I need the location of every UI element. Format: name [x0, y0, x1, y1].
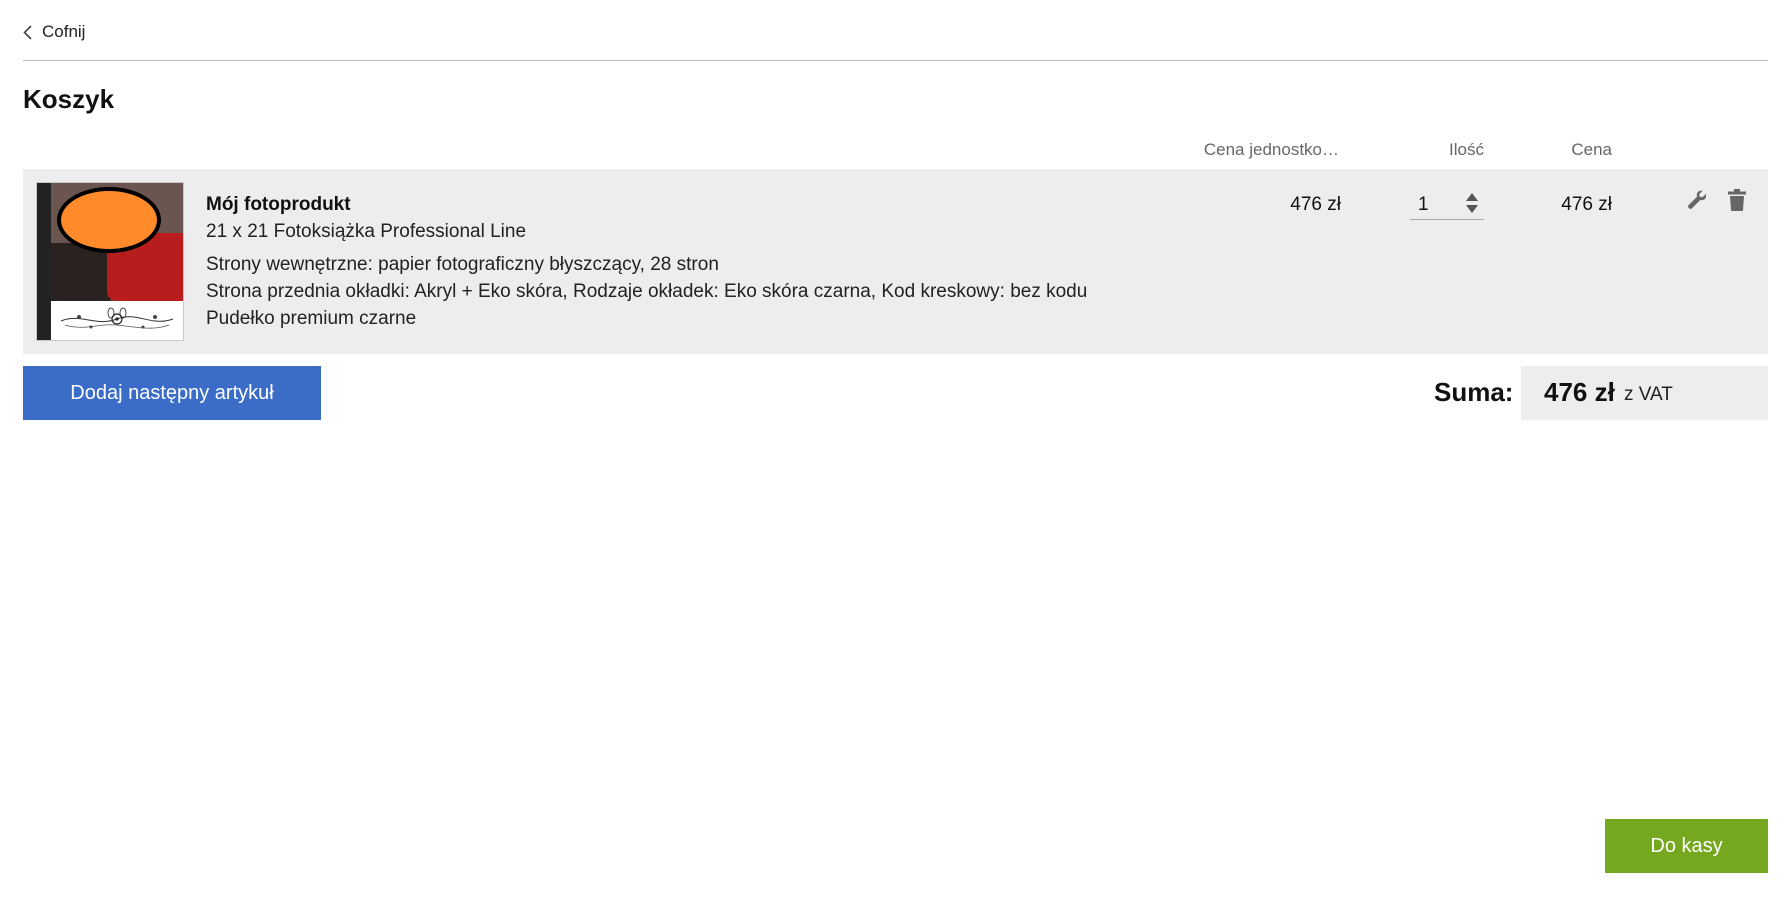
sum-total-box: 476 zł z VAT — [1521, 366, 1768, 420]
product-detail-line: Pudełko premium czarne — [206, 308, 417, 329]
back-link-label: Cofnij — [42, 22, 86, 41]
vat-note: z VAT — [1624, 384, 1673, 405]
item-total-price: 476 zł — [1561, 194, 1612, 215]
unit-price: 476 zł — [1290, 194, 1341, 215]
cart-item-row: Mój fotoprodukt 21 x 21 Fotoksiążka Prof… — [23, 169, 1768, 354]
product-detail-line: Strona przednia okładki: Akryl + Eko skó… — [206, 281, 1088, 302]
product-name: Mój fotoprodukt — [206, 194, 351, 215]
quantity-decrease-icon[interactable] — [1466, 205, 1478, 213]
redaction-oval — [57, 187, 161, 253]
product-detail-line: Strony wewnętrzne: papier fotograficzny … — [206, 254, 719, 275]
wrench-icon[interactable] — [1686, 189, 1708, 211]
page-title: Koszyk — [23, 84, 115, 114]
add-next-item-button[interactable]: Dodaj następny artykuł — [23, 366, 321, 420]
quantity-increase-icon[interactable] — [1466, 193, 1478, 201]
sum-value: 476 zł — [1544, 377, 1615, 407]
top-navigation-bar: Cofnij — [23, 0, 1768, 61]
product-subtitle: 21 x 21 Fotoksiążka Professional Line — [206, 221, 527, 242]
product-thumbnail[interactable] — [36, 182, 184, 341]
chevron-left-icon — [23, 24, 32, 40]
quantity-stepper[interactable]: 1 — [1410, 187, 1484, 220]
column-header-price: Cena — [1571, 140, 1612, 159]
trash-icon[interactable] — [1728, 189, 1746, 211]
column-header-unit-price: Cena jednostko… — [1203, 140, 1339, 159]
column-header-quantity: Ilość — [1449, 140, 1484, 159]
checkout-button[interactable]: Do kasy — [1605, 819, 1768, 873]
back-link[interactable]: Cofnij — [23, 22, 85, 42]
sum-label: Suma: — [1434, 377, 1514, 407]
floral-ornament-icon — [60, 307, 174, 329]
quantity-value[interactable]: 1 — [1418, 194, 1429, 216]
